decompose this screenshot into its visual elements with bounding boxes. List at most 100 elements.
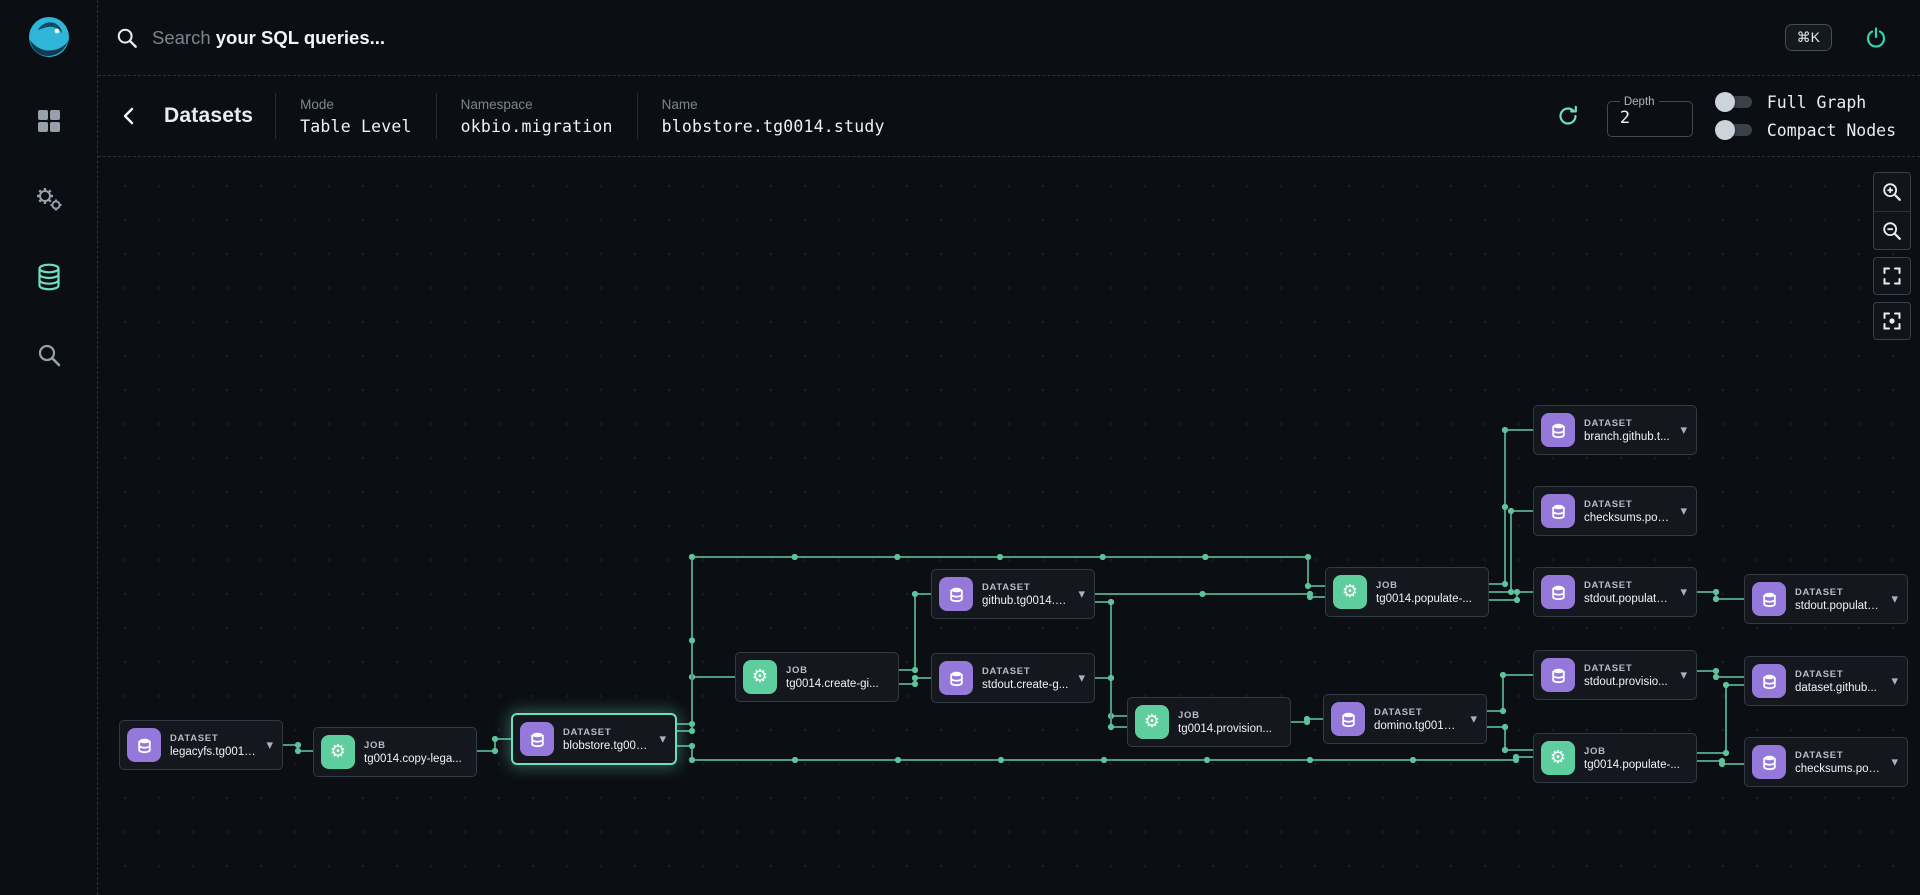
node-name-label: tg0014.populate-...: [1376, 592, 1472, 605]
node-name-label: tg0014.copy-lega...: [364, 752, 462, 765]
graph-node-dataset[interactable]: DATASET github.tg0014.s... ▾: [931, 569, 1095, 619]
search-icon: [38, 344, 60, 367]
depth-label: Depth: [1623, 95, 1655, 108]
chevron-down-icon[interactable]: ▾: [1680, 503, 1687, 519]
dataset-database-icon: [1752, 745, 1786, 779]
dataset-database-icon: [939, 661, 973, 695]
field-label: Mode: [300, 96, 334, 112]
graph-node-dataset[interactable]: DATASET dataset.github... ▾: [1744, 656, 1908, 706]
graph-node-dataset[interactable]: DATASET branch.github.t... ▾: [1533, 405, 1697, 455]
power-button[interactable]: [1858, 20, 1894, 56]
datasets-database-icon: [37, 263, 60, 291]
switch-off[interactable]: [1714, 120, 1755, 140]
graph-node-dataset[interactable]: DATASET stdout.populate... ▾: [1744, 574, 1908, 624]
field-value: okbio.migration: [460, 116, 613, 136]
toggle-label: Full Graph: [1766, 92, 1867, 112]
jobs-gears-icon: [36, 188, 61, 211]
graph-node-dataset[interactable]: DATASET domino.tg0014.s... ▾: [1323, 694, 1487, 744]
node-type-label: DATASET: [563, 726, 612, 738]
job-gear-icon: ⚙: [743, 660, 777, 694]
back-button[interactable]: [112, 99, 146, 133]
job-gear-icon: ⚙: [1333, 575, 1367, 609]
graph-node-job[interactable]: ⚙ JOB tg0014.populate-...: [1533, 733, 1697, 783]
node-type-label: DATASET: [982, 581, 1031, 593]
node-name-label: stdout.provisio...: [1584, 675, 1668, 688]
node-type-label: DATASET: [1584, 579, 1633, 591]
dataset-database-icon: [1541, 658, 1575, 692]
switch-off[interactable]: [1714, 92, 1755, 112]
fullscreen-icon: [1883, 267, 1901, 285]
graph-node-dataset[interactable]: DATASET stdout.provisio... ▾: [1533, 650, 1697, 700]
field-namespace: Namespace okbio.migration: [455, 97, 619, 136]
dataset-database-icon: [939, 577, 973, 611]
zoom-in-button[interactable]: [1874, 173, 1910, 211]
sidebar-item-jobs[interactable]: [26, 176, 72, 222]
node-type-label: DATASET: [1795, 586, 1844, 598]
search-icon: [117, 28, 137, 48]
toggle-label: Compact Nodes: [1766, 120, 1896, 140]
center-graph-button[interactable]: [1874, 303, 1910, 339]
graph-node-dataset[interactable]: DATASET stdout.populate... ▾: [1533, 567, 1697, 617]
chevron-down-icon[interactable]: ▾: [1680, 667, 1687, 683]
lineage-header: Datasets Mode Table Level Namespace okbi…: [98, 76, 1920, 157]
dataset-database-icon: [1752, 664, 1786, 698]
fullscreen-button[interactable]: [1874, 258, 1910, 294]
refresh-button[interactable]: [1551, 99, 1585, 133]
node-name-label: tg0014.provision...: [1178, 722, 1272, 735]
depth-input[interactable]: Depth 2: [1606, 95, 1693, 137]
node-type-label: DATASET: [1584, 498, 1633, 510]
node-type-label: DATASET: [982, 665, 1031, 677]
zoom-out-icon: [1883, 221, 1901, 240]
chevron-down-icon[interactable]: ▾: [659, 731, 666, 747]
marquez-logo[interactable]: [24, 12, 74, 62]
chevron-down-icon[interactable]: ▾: [1891, 754, 1898, 770]
node-name-label: domino.tg0014.s...: [1374, 719, 1462, 732]
node-type-label: JOB: [364, 739, 386, 751]
toggle-compact-nodes[interactable]: Compact Nodes: [1714, 120, 1896, 140]
dataset-database-icon: [1331, 702, 1365, 736]
graph-node-dataset[interactable]: DATASET stdout.create-g... ▾: [931, 653, 1095, 703]
node-name-label: github.tg0014.s...: [982, 594, 1070, 607]
node-type-label: JOB: [786, 664, 808, 676]
node-type-label: JOB: [1178, 709, 1200, 721]
node-name-label: stdout.populate...: [1584, 592, 1672, 605]
divider: [275, 93, 277, 139]
node-name-label: branch.github.t...: [1584, 430, 1670, 443]
sidebar-item-search[interactable]: [26, 332, 72, 378]
graph-node-dataset[interactable]: DATASET blobstore.tg001... ▾: [512, 714, 676, 764]
depth-value: 2: [1619, 107, 1631, 128]
divider: [435, 93, 437, 139]
chevron-down-icon[interactable]: ▾: [1680, 422, 1687, 438]
field-value: Table Level: [300, 116, 412, 136]
chevron-down-icon[interactable]: ▾: [1078, 586, 1085, 602]
graph-node-dataset[interactable]: DATASET legacyfs.tg0014... ▾: [119, 720, 283, 770]
dataset-database-icon: [1541, 413, 1575, 447]
chevron-left-icon: [123, 107, 134, 125]
graph-node-dataset[interactable]: DATASETchecksums.popul... ▾: [1744, 737, 1908, 787]
chevron-down-icon[interactable]: ▾: [1078, 670, 1085, 686]
chevron-down-icon[interactable]: ▾: [1680, 584, 1687, 600]
graph-node-job[interactable]: ⚙ JOB tg0014.provision...: [1127, 697, 1291, 747]
zoom-out-button[interactable]: [1874, 211, 1910, 249]
center-target-icon: [1883, 312, 1901, 330]
graph-node-job[interactable]: ⚙ JOB tg0014.populate-...: [1325, 567, 1489, 617]
dataset-database-icon: [1752, 582, 1786, 616]
sidebar-item-apps[interactable]: [26, 98, 72, 144]
node-name-label: blobstore.tg001...: [563, 739, 651, 752]
node-name-label: checksums.popul...: [1584, 511, 1671, 524]
chevron-down-icon[interactable]: ▾: [1891, 591, 1898, 607]
search-input[interactable]: Search your SQL queries...: [116, 27, 1785, 49]
graph-node-job[interactable]: ⚙ JOB tg0014.copy-lega...: [313, 727, 477, 777]
graph-node-dataset[interactable]: DATASETchecksums.popul... ▾: [1533, 486, 1697, 536]
node-type-label: DATASET: [1374, 706, 1423, 718]
job-gear-icon: ⚙: [1541, 741, 1575, 775]
chevron-down-icon[interactable]: ▾: [1470, 711, 1477, 727]
toggle-full-graph[interactable]: Full Graph: [1714, 92, 1896, 112]
sidebar-item-datasets[interactable]: [26, 254, 72, 300]
zoom-controls: [1873, 172, 1911, 340]
chevron-down-icon[interactable]: ▾: [1891, 673, 1898, 689]
chevron-down-icon[interactable]: ▾: [266, 737, 273, 753]
field-value: blobstore.tg0014.study: [661, 116, 885, 136]
graph-node-job[interactable]: ⚙ JOB tg0014.create-gi...: [735, 652, 899, 702]
node-type-label: JOB: [1376, 579, 1398, 591]
